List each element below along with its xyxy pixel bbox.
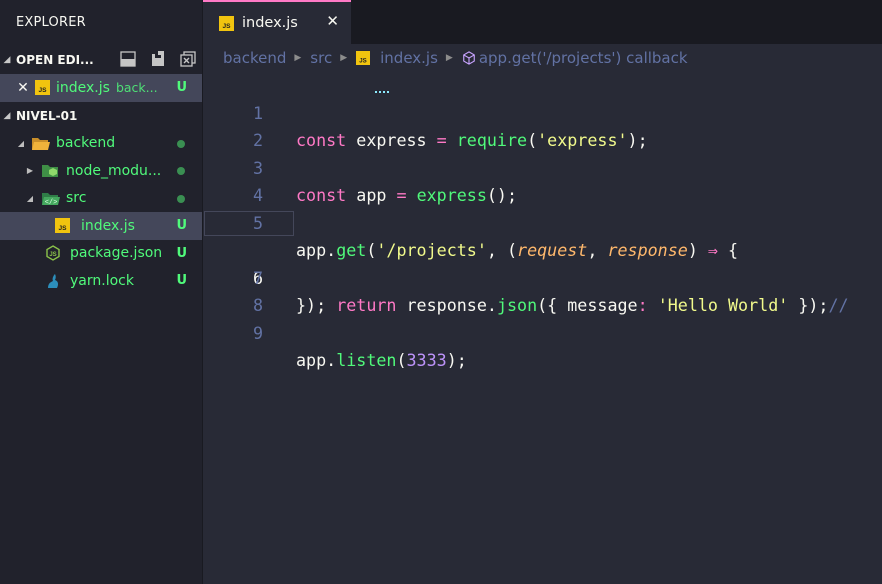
code-line: 7 }); [203, 237, 882, 316]
workspace-header[interactable]: ◢ NIVEL-01 [0, 102, 202, 130]
open-editors-toolbar [120, 51, 196, 67]
svg-text:JS: JS [222, 23, 231, 30]
editor-tab-bar: JS index.js ✕ [203, 0, 882, 44]
tree-item-label: yarn.lock [70, 272, 134, 289]
code-line: 3 const app = express(); [203, 127, 882, 206]
open-editors-header[interactable]: ◢ OPEN EDI... [0, 46, 202, 74]
chevron-down-icon: ◢ [3, 55, 11, 65]
chevron-down-icon: ◢ [3, 110, 11, 121]
code-line-current: 6 return response.json({ message: 'Hello… [203, 210, 882, 315]
breadcrumb-item-callback[interactable]: app.get('/projects') callback [479, 49, 688, 67]
nodejs-icon: JS [45, 245, 61, 262]
tree-item-label: backend [56, 135, 116, 152]
modified-dot [177, 194, 185, 203]
tree-item-backend[interactable]: ◢ backend [0, 130, 202, 158]
tree-item-label: index.js [81, 217, 135, 234]
svg-text:</>: </> [45, 199, 58, 206]
workspace-label: NIVEL-01 [16, 108, 78, 123]
chevron-down-icon: ◢ [26, 193, 34, 203]
js-file-icon: JS [356, 51, 371, 65]
svg-text:JS: JS [38, 87, 47, 94]
breadcrumb-item-backend[interactable]: backend [223, 49, 286, 67]
modified-dot [177, 167, 185, 175]
code-line: 8 [203, 265, 882, 315]
line-number: 9 [252, 322, 263, 343]
tree-item-package-json[interactable]: JS package.json U [0, 240, 202, 268]
breadcrumb-item-src[interactable]: src [310, 49, 332, 67]
code-line: 9 app.listen(3333); [203, 292, 882, 371]
git-status-badge: U [176, 80, 187, 96]
git-status-badge: U [176, 273, 187, 289]
chevron-down-icon: ◢ [17, 138, 25, 148]
folder-open-icon [32, 136, 50, 151]
current-line-highlight [204, 210, 294, 236]
tree-item-src[interactable]: ◢ </> src [0, 185, 202, 213]
close-icon[interactable]: ✕ [326, 12, 339, 30]
chevron-right-icon: ▶ [294, 53, 302, 63]
breadcrumb: backend ▶ src ▶ JS index.js ▶ app.get('/… [203, 44, 882, 72]
code-line: 1 const express = require('express'); [203, 72, 882, 150]
tab-label: index.js [242, 15, 298, 31]
js-file-icon: JS [219, 15, 234, 31]
chevron-right-icon: ▶ [340, 53, 348, 63]
open-editor-folder: back... [115, 80, 158, 96]
breadcrumb-item-index-js[interactable]: index.js [380, 49, 438, 67]
tree-item-yarn-lock[interactable]: yarn.lock U [0, 267, 202, 295]
code-line: 5 app.get('/projects', (request, respons… [203, 182, 882, 261]
js-file-icon: JS [35, 80, 50, 96]
tree-item-label: src [66, 190, 87, 207]
code-line: 4 [203, 155, 882, 205]
tree-item-node-modules[interactable]: ▶ node_modu... [0, 157, 202, 185]
close-all-editors-icon[interactable] [180, 51, 196, 67]
yarn-icon [45, 273, 61, 289]
tree-item-label: node_modu... [66, 162, 162, 179]
svg-text:JS: JS [58, 225, 67, 232]
tab-index-js[interactable]: JS index.js ✕ [203, 0, 351, 44]
svg-text:JS: JS [359, 57, 366, 64]
modified-dot [177, 139, 185, 148]
chevron-right-icon: ▶ [26, 166, 34, 176]
code-editor[interactable]: 1 const express = require('express'); 2 … [203, 72, 882, 584]
js-file-icon: JS [55, 218, 70, 234]
git-status-badge: U [176, 245, 187, 261]
open-editor-index-js[interactable]: ✕ JS index.js back... U [0, 74, 202, 102]
open-editor-filename: index.js [56, 79, 110, 96]
explorer-title: EXPLORER [16, 15, 86, 30]
chevron-right-icon: ▶ [445, 53, 453, 63]
tree-item-label: package.json [70, 245, 163, 262]
git-status-badge: U [176, 218, 187, 234]
cube-symbol-icon [462, 51, 476, 65]
folder-node-icon [42, 163, 60, 178]
svg-text:JS: JS [49, 252, 56, 258]
folder-src-icon: </> [42, 191, 60, 206]
tree-item-index-js[interactable]: JS index.js U [0, 212, 202, 240]
code-line: 2 [203, 100, 882, 150]
hint-dots [375, 91, 389, 93]
close-icon[interactable]: ✕ [15, 80, 31, 96]
explorer-sidebar: EXPLORER ◢ OPEN EDI... ✕ JS index.js bac… [0, 0, 203, 584]
save-all-icon[interactable] [150, 51, 166, 67]
open-editors-label: OPEN EDI... [16, 53, 94, 67]
new-untitled-file-icon[interactable] [120, 51, 136, 67]
